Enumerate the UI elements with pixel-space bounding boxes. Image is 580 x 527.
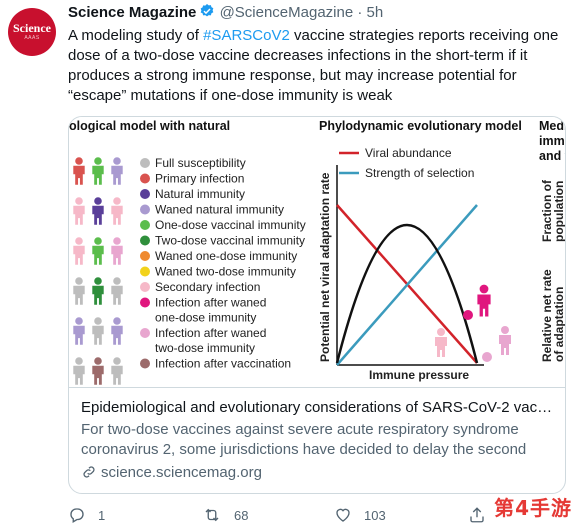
author-name[interactable]: Science Magazine bbox=[68, 4, 196, 21]
figure-legend: Full susceptibility Primary infectionNatu… bbox=[140, 156, 306, 371]
person-icon bbox=[73, 277, 85, 305]
person-icon bbox=[477, 284, 491, 317]
person-icon bbox=[73, 237, 85, 265]
person-icon bbox=[111, 237, 123, 265]
retweet-count: 68 bbox=[234, 507, 249, 523]
legend-label: Secondary infection bbox=[155, 280, 260, 294]
legend-swatch bbox=[140, 220, 150, 230]
author-handle[interactable]: @ScienceMagazine bbox=[220, 4, 354, 21]
person-icon bbox=[92, 197, 104, 225]
like-button[interactable]: 103 bbox=[334, 506, 386, 524]
legend-label: Natural immunity bbox=[155, 187, 245, 201]
legend-label: Waned one-dose immunity bbox=[155, 249, 297, 263]
person-icon bbox=[73, 157, 85, 185]
person-icon bbox=[111, 317, 123, 345]
x-axis-label: Immune pressure bbox=[369, 368, 469, 382]
person-icon bbox=[435, 328, 447, 357]
person-icon bbox=[111, 277, 123, 305]
legend-swatch bbox=[140, 266, 150, 277]
legend-label: One-dose vaccinal immunity bbox=[155, 218, 306, 232]
legend-swatch bbox=[140, 251, 150, 261]
like-count: 103 bbox=[364, 507, 386, 523]
marker-dot-pink bbox=[482, 352, 492, 362]
legend-label: Waned two-dose immunity bbox=[155, 265, 296, 279]
person-icon bbox=[92, 357, 104, 385]
avatar-logo-text: Science bbox=[13, 21, 51, 35]
person-icon bbox=[92, 237, 104, 265]
legend-swatch bbox=[140, 204, 150, 215]
legend-label: Infection after waned bbox=[155, 326, 266, 340]
legend-swatch bbox=[140, 328, 150, 338]
person-icon bbox=[111, 157, 123, 185]
person-icon bbox=[73, 317, 85, 345]
tweet-text-part1: A modeling study of bbox=[68, 27, 204, 44]
person-icon bbox=[111, 197, 123, 225]
legend-viral-abundance: Viral abundance bbox=[365, 146, 452, 160]
link-domain: science.sciencemag.org bbox=[81, 464, 262, 481]
legend-label: Waned natural immunity bbox=[155, 203, 284, 217]
right-panel-title-1: Medi bbox=[539, 119, 565, 133]
legend-swatch bbox=[140, 297, 150, 308]
figure-graphic: ological model with natural Phylodynamic… bbox=[69, 119, 565, 385]
legend-strength-selection: Strength of selection bbox=[365, 166, 474, 180]
retweet-button[interactable]: 68 bbox=[202, 506, 248, 524]
retweet-icon bbox=[205, 508, 219, 522]
person-icon bbox=[499, 326, 511, 355]
link-description: For two-dose vaccines against severe acu… bbox=[81, 421, 527, 458]
right-y-label-2: population bbox=[552, 181, 565, 242]
legend-swatch bbox=[140, 235, 150, 246]
person-icon bbox=[73, 357, 85, 385]
legend-swatch bbox=[140, 282, 150, 292]
legend-label-continued: one-dose immunity bbox=[155, 311, 256, 325]
legend-label: Full susceptibility bbox=[155, 156, 246, 170]
y-axis-label: Potential net viral adaptation rate bbox=[318, 172, 332, 362]
tweet-actions: 1 68 103 bbox=[68, 506, 568, 526]
hashtag-link[interactable]: #SARSCoV2 bbox=[203, 27, 290, 44]
person-icon bbox=[92, 277, 104, 305]
legend-swatch bbox=[140, 173, 150, 184]
share-icon bbox=[470, 507, 484, 523]
right-panel-title-2: immu bbox=[539, 134, 565, 148]
tweet-text: A modeling study of #SARSCoV2 vaccine st… bbox=[68, 26, 563, 106]
heart-icon bbox=[336, 508, 350, 522]
tweet-timestamp[interactable]: 5h bbox=[367, 4, 384, 21]
right-panel-title-3: and vi bbox=[539, 149, 565, 163]
person-icon bbox=[111, 357, 123, 385]
share-button[interactable] bbox=[468, 506, 486, 524]
reply-count: 1 bbox=[98, 507, 106, 523]
reply-button[interactable]: 1 bbox=[68, 506, 105, 524]
legend-label: Infection after vaccination bbox=[155, 357, 291, 371]
legend-swatch bbox=[140, 189, 150, 199]
marker-dot-magenta bbox=[463, 310, 473, 320]
link-title: Epidemiological and evolutionary conside… bbox=[81, 399, 555, 416]
figure-image[interactable]: ological model with natural Phylodynamic… bbox=[69, 117, 565, 387]
left-panel-title: ological model with natural bbox=[69, 119, 230, 133]
legend-label-continued: two-dose immunity bbox=[155, 341, 255, 355]
watermark: 第4手游 bbox=[494, 496, 572, 520]
person-icon bbox=[92, 317, 104, 345]
legend-label: Infection after waned bbox=[155, 296, 266, 310]
avatar[interactable]: Science AAAS bbox=[8, 8, 56, 56]
person-icon bbox=[92, 157, 104, 185]
person-icon bbox=[73, 197, 85, 225]
legend-label: Primary infection bbox=[155, 172, 244, 186]
verified-badge-icon bbox=[199, 3, 215, 23]
right-y-label-4: of adaptation bbox=[552, 287, 565, 362]
reply-icon bbox=[70, 508, 84, 523]
link-card[interactable]: ological model with natural Phylodynamic… bbox=[68, 116, 566, 494]
people-grid bbox=[73, 157, 123, 385]
avatar-logo-subtext: AAAS bbox=[24, 35, 40, 41]
link-domain-text: science.sciencemag.org bbox=[101, 464, 262, 481]
legend-swatch bbox=[140, 158, 150, 168]
link-icon bbox=[83, 466, 95, 478]
legend-swatch bbox=[140, 358, 150, 369]
legend-label: Two-dose vaccinal immunity bbox=[155, 234, 305, 248]
header-separator: · bbox=[357, 4, 363, 21]
center-panel-title: Phylodynamic evolutionary model bbox=[319, 119, 522, 133]
link-preview[interactable]: Epidemiological and evolutionary conside… bbox=[69, 387, 565, 493]
tweet-header: Science Magazine @ScienceMagazine · 5h bbox=[68, 3, 383, 23]
